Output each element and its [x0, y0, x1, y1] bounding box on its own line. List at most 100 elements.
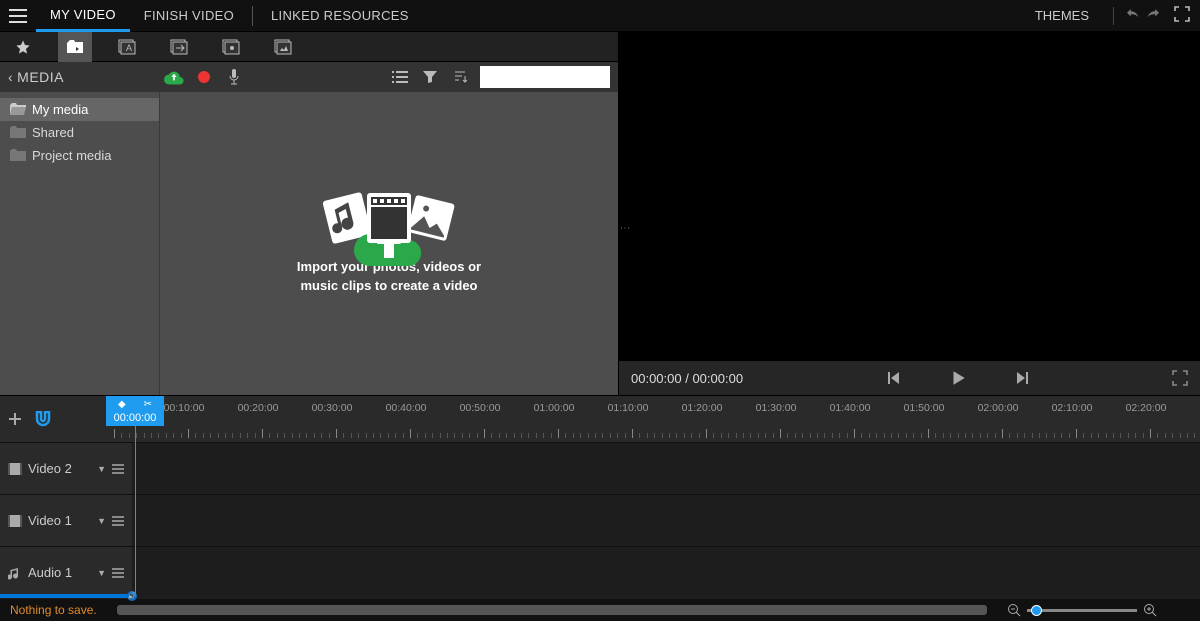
preview-fullscreen-icon[interactable]	[1172, 370, 1188, 386]
chevron-down-icon[interactable]: ▼	[97, 464, 106, 474]
media-tab-icon[interactable]	[58, 32, 92, 62]
track-menu-icon[interactable]	[112, 464, 124, 474]
timeline-tools	[0, 396, 106, 442]
zoom-in-icon[interactable]	[1143, 603, 1157, 617]
top-bar: MY VIDEO FINISH VIDEO LINKED RESOURCES T…	[0, 0, 1200, 32]
track-menu-icon[interactable]	[112, 516, 124, 526]
playhead-line	[135, 426, 136, 594]
magnet-icon[interactable]	[34, 411, 52, 427]
sort-icon[interactable]	[450, 67, 470, 87]
media-back-button[interactable]: ‹ MEDIA	[8, 69, 64, 85]
search-box[interactable]	[480, 66, 610, 88]
music-icon	[8, 566, 22, 580]
media-header: ‹ MEDIA	[0, 62, 618, 92]
tracks: Video 2▼Video 1▼Audio 1▼🔊	[0, 442, 1200, 599]
zoom-out-icon[interactable]	[1007, 603, 1021, 617]
track-video: Video 2 ▼	[0, 442, 1200, 494]
film-icon	[8, 515, 22, 527]
ruler-label: 02:00:00	[978, 402, 1019, 414]
media-title: MEDIA	[17, 69, 64, 85]
import-illustration	[326, 192, 452, 244]
effects-tab-icon[interactable]	[214, 32, 248, 62]
panel-resize-handle[interactable]: ⋮	[619, 223, 630, 235]
player-bar: 00:00:00 / 00:00:00	[619, 361, 1200, 395]
zoom-control	[1007, 603, 1157, 617]
fullscreen-icon[interactable]	[1174, 6, 1194, 26]
status-bar: Nothing to save.	[0, 599, 1200, 621]
library-tab-icon[interactable]	[266, 32, 300, 62]
media-panel: ‹ MEDIA My media	[0, 62, 618, 395]
track-video: Video 1 ▼	[0, 494, 1200, 546]
folder-my-media[interactable]: My media	[0, 98, 159, 121]
track-name: Video 2	[28, 461, 72, 476]
ruler-label: 01:10:00	[608, 402, 649, 414]
volume-bar[interactable]	[0, 594, 132, 598]
track-audio: Audio 1▼🔊	[0, 546, 1200, 598]
ruler-label: 02:10:00	[1052, 402, 1093, 414]
transitions-tab-icon[interactable]	[162, 32, 196, 62]
track-header[interactable]: Video 1 ▼	[0, 495, 132, 546]
track-body[interactable]	[132, 495, 1200, 546]
track-menu-icon[interactable]	[112, 568, 124, 578]
add-track-icon[interactable]	[8, 412, 22, 426]
undo-icon[interactable]	[1124, 6, 1144, 26]
ruler-label: 00:50:00	[460, 402, 501, 414]
folder-tree: My media Shared Project media	[0, 92, 160, 395]
folder-shared[interactable]: Shared	[0, 121, 159, 144]
chevron-down-icon[interactable]: ▼	[97, 568, 106, 578]
timeline: ◆ ✂ 00:00:00 00:10:0000:20:0000:30:0000:…	[0, 395, 1200, 599]
player-time: 00:00:00 / 00:00:00	[631, 371, 743, 386]
search-input[interactable]	[484, 70, 639, 84]
ruler-label: 01:00:00	[534, 402, 575, 414]
tab-finish-video[interactable]: FINISH VIDEO	[130, 0, 248, 32]
track-body[interactable]	[132, 443, 1200, 494]
themes-button[interactable]: THEMES	[1021, 8, 1103, 23]
track-name: Video 1	[28, 513, 72, 528]
status-message: Nothing to save.	[10, 603, 97, 617]
zoom-slider[interactable]	[1027, 609, 1137, 612]
track-header[interactable]: Audio 1▼🔊	[0, 547, 132, 598]
tab-linked-resources[interactable]: LINKED RESOURCES	[257, 0, 423, 32]
player-controls	[885, 369, 1031, 387]
timeline-scrollbar[interactable]	[117, 605, 987, 615]
ruler-label: 01:30:00	[756, 402, 797, 414]
timeline-header: ◆ ✂ 00:00:00 00:10:0000:20:0000:30:0000:…	[0, 396, 1200, 442]
play-icon[interactable]	[949, 369, 967, 387]
chevron-down-icon[interactable]: ▼	[97, 516, 106, 526]
folder-icon	[10, 126, 26, 140]
zoom-thumb[interactable]	[1031, 605, 1042, 616]
asset-tabs: A	[0, 32, 618, 62]
track-header[interactable]: Video 2 ▼	[0, 443, 132, 494]
timeline-ruler[interactable]: ◆ ✂ 00:00:00 00:10:0000:20:0000:30:0000:…	[106, 396, 1200, 442]
ruler-label: 00:10:00	[164, 402, 205, 414]
preview-panel: ⋮ 00:00:00 / 00:00:00	[618, 62, 1200, 395]
import-dropzone[interactable]: Import your photos, videos or music clip…	[160, 92, 618, 395]
prev-frame-icon[interactable]	[885, 370, 901, 386]
film-icon	[8, 463, 22, 475]
video-preview[interactable]	[619, 62, 1200, 361]
next-frame-icon[interactable]	[1015, 370, 1031, 386]
ruler-label: 00:30:00	[312, 402, 353, 414]
folder-label: Project media	[32, 148, 111, 163]
top-nav: MY VIDEO FINISH VIDEO LINKED RESOURCES	[36, 0, 423, 32]
redo-icon[interactable]	[1144, 6, 1164, 26]
folder-open-icon	[10, 103, 26, 117]
chevron-left-icon: ‹	[8, 69, 13, 85]
titles-tab-icon[interactable]: A	[110, 32, 144, 62]
nav-divider	[252, 6, 253, 26]
microphone-icon[interactable]	[224, 67, 244, 87]
list-view-icon[interactable]	[390, 67, 410, 87]
record-icon[interactable]	[194, 67, 214, 87]
tab-my-video[interactable]: MY VIDEO	[36, 0, 130, 32]
preview-top-gap	[618, 32, 1200, 62]
ruler-label: 01:50:00	[904, 402, 945, 414]
ruler-label: 02:20:00	[1126, 402, 1167, 414]
folder-label: Shared	[32, 125, 74, 140]
favorites-tab-icon[interactable]	[6, 32, 40, 62]
filter-icon[interactable]	[420, 67, 440, 87]
ruler-label: 00:40:00	[386, 402, 427, 414]
track-body[interactable]	[132, 547, 1200, 598]
menu-icon[interactable]	[6, 4, 30, 28]
cloud-upload-icon[interactable]	[164, 67, 184, 87]
folder-project-media[interactable]: Project media	[0, 144, 159, 167]
